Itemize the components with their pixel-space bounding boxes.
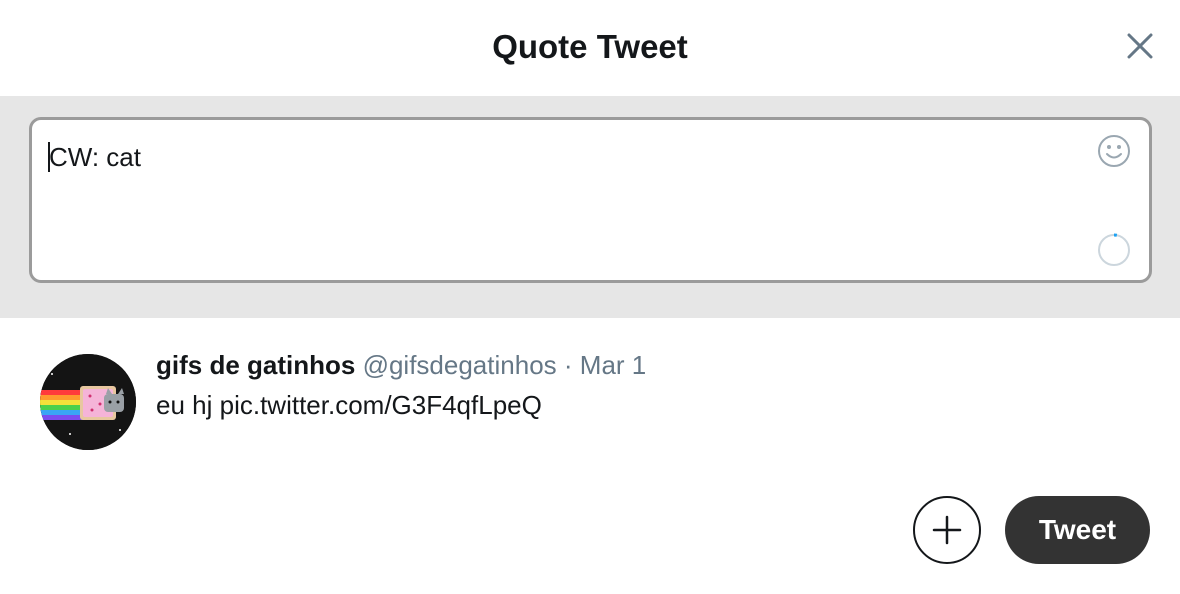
close-button[interactable] xyxy=(1122,28,1158,64)
nyan-cat-avatar xyxy=(40,354,136,450)
quoted-tweet[interactable]: gifs de gatinhos @gifsdegatinhos · Mar 1… xyxy=(40,350,1140,460)
author-name[interactable]: gifs de gatinhos xyxy=(156,350,355,380)
quote-tweet-dialog: Quote Tweet CW: cat gifs de gatinhos @gi… xyxy=(0,0,1180,594)
close-icon xyxy=(1127,33,1153,59)
dialog-title: Quote Tweet xyxy=(492,28,688,65)
emoji-button[interactable] xyxy=(1096,133,1132,169)
character-counter xyxy=(1096,232,1132,268)
meta-separator: · xyxy=(563,350,573,380)
quoted-tweet-text: eu hj pic.twitter.com/G3F4qfLpeQ xyxy=(156,390,542,420)
add-tweet-button[interactable] xyxy=(913,496,981,564)
author-handle[interactable]: @gifsdegatinhos xyxy=(363,350,557,380)
tweet-text-input[interactable]: CW: cat xyxy=(49,142,141,173)
author-avatar[interactable] xyxy=(40,354,136,450)
tweet-button[interactable]: Tweet xyxy=(1005,496,1150,564)
dialog-header: Quote Tweet xyxy=(0,0,1180,96)
compose-area: CW: cat xyxy=(0,96,1180,318)
character-counter-ring xyxy=(1097,233,1131,267)
quoted-tweet-meta: gifs de gatinhos @gifsdegatinhos · Mar 1 xyxy=(156,350,646,384)
tweet-textbox[interactable]: CW: cat xyxy=(29,117,1152,283)
plus-icon xyxy=(932,515,962,545)
emoji-icon xyxy=(1098,135,1130,167)
tweet-date[interactable]: Mar 1 xyxy=(580,350,646,380)
